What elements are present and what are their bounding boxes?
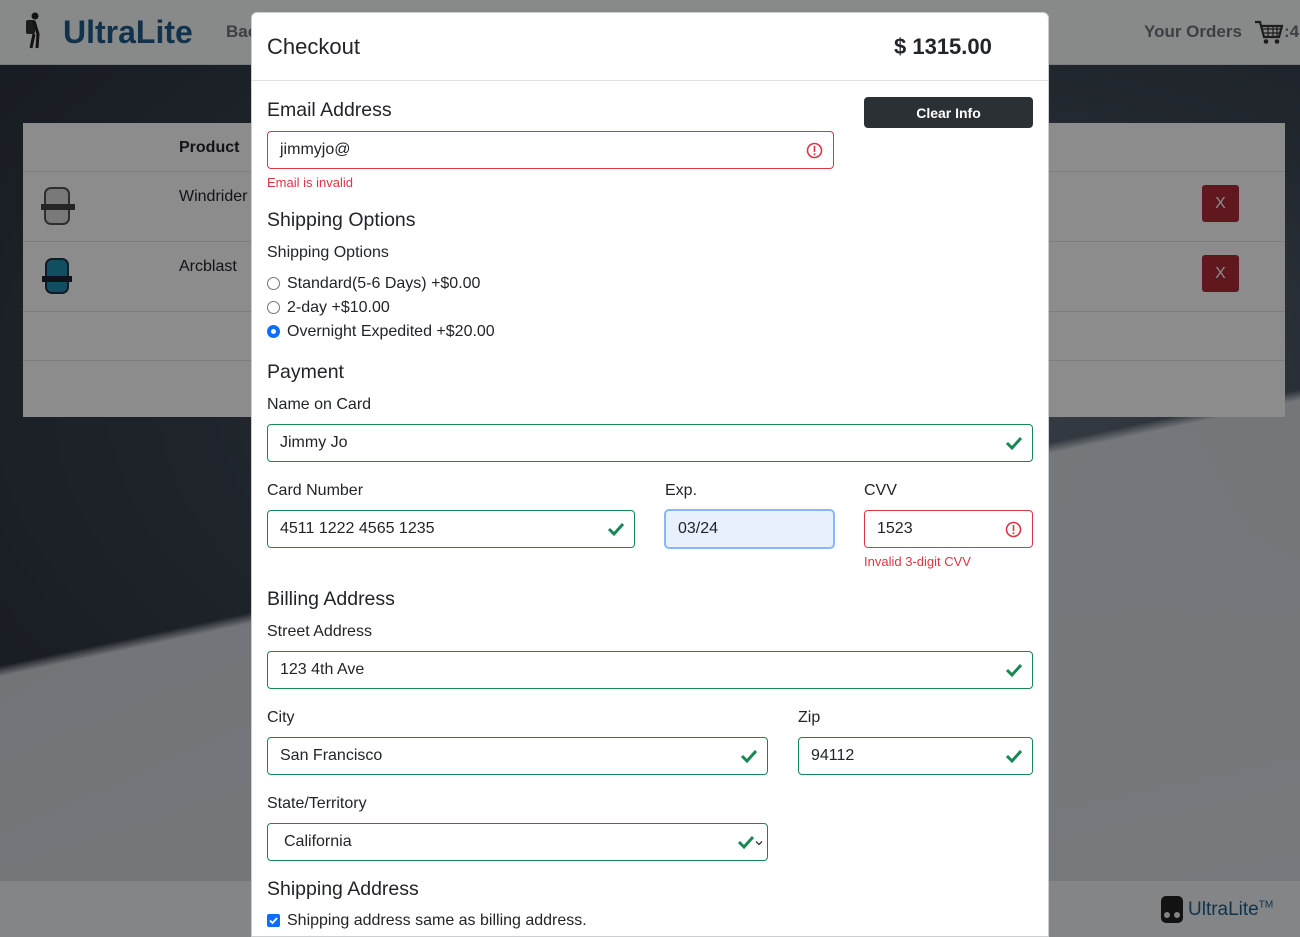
check-icon: [607, 522, 625, 537]
check-icon: [737, 835, 755, 850]
card-number-value: 4511 1222 4565 1235: [280, 520, 435, 537]
radio-button[interactable]: [267, 277, 280, 290]
radio-label[interactable]: Standard(5-6 Days) +$0.00: [287, 275, 480, 293]
alert-circle-icon: [806, 142, 823, 159]
state-select[interactable]: California: [267, 823, 768, 861]
radio-button[interactable]: [267, 301, 280, 314]
name-on-card-field[interactable]: Jimmy Jo: [267, 424, 1033, 462]
shipping-section-title: Shipping Options: [267, 209, 416, 231]
radio-button-selected[interactable]: [267, 325, 280, 338]
email-error: Email is invalid: [267, 175, 353, 190]
street-address-field[interactable]: 123 4th Ave: [267, 651, 1033, 689]
exp-label: Exp.: [665, 482, 698, 499]
state-label: State/Territory: [267, 795, 367, 812]
card-number-label: Card Number: [267, 482, 364, 499]
check-icon: [1005, 663, 1023, 678]
payment-section-title: Payment: [267, 361, 344, 383]
radio-label[interactable]: Overnight Expedited +$20.00: [287, 323, 495, 341]
name-on-card-value: Jimmy Jo: [280, 434, 348, 451]
state-value: California: [284, 833, 352, 850]
zip-field[interactable]: 94112: [798, 737, 1033, 775]
check-icon: [740, 749, 758, 764]
street-address-label: Street Address: [267, 623, 372, 640]
email-field[interactable]: jimmyjo@: [267, 131, 834, 169]
same-address-label[interactable]: Shipping address same as billing address…: [287, 912, 587, 930]
cvv-label: CVV: [864, 482, 897, 499]
email-value: jimmyjo@: [280, 141, 351, 158]
same-address-checkbox[interactable]: [267, 914, 280, 927]
checkmark-icon: [269, 917, 278, 925]
cvv-field[interactable]: 1523: [864, 510, 1033, 548]
email-section-title: Email Address: [267, 99, 392, 121]
city-value: San Francisco: [280, 747, 383, 764]
exp-field[interactable]: 03/24: [665, 510, 834, 548]
order-total: $ 1315.00: [894, 34, 992, 59]
city-field[interactable]: San Francisco: [267, 737, 768, 775]
radio-label[interactable]: 2-day +$10.00: [287, 299, 390, 317]
cvv-error: Invalid 3-digit CVV: [864, 554, 971, 569]
shipping-address-section-title: Shipping Address: [267, 878, 419, 900]
street-address-value: 123 4th Ave: [280, 661, 365, 678]
check-icon: [1005, 749, 1023, 764]
check-icon: [1005, 436, 1023, 451]
billing-section-title: Billing Address: [267, 588, 395, 610]
shipping-options-label: Shipping Options: [267, 244, 389, 261]
zip-label: Zip: [798, 709, 821, 726]
checkout-modal: Checkout $ 1315.00 Email Address Clear I…: [251, 12, 1049, 937]
zip-value: 94112: [811, 747, 855, 764]
chevron-down-icon: [755, 841, 763, 846]
exp-value: 03/24: [678, 520, 719, 537]
modal-title: Checkout: [267, 34, 360, 59]
alert-circle-icon: [1005, 521, 1022, 538]
name-on-card-label: Name on Card: [267, 396, 372, 413]
clear-info-button[interactable]: Clear Info: [864, 97, 1033, 128]
city-label: City: [267, 709, 295, 726]
cvv-value: 1523: [877, 520, 913, 537]
modal-header: Checkout $ 1315.00: [252, 13, 1048, 81]
card-number-field[interactable]: 4511 1222 4565 1235: [267, 510, 635, 548]
